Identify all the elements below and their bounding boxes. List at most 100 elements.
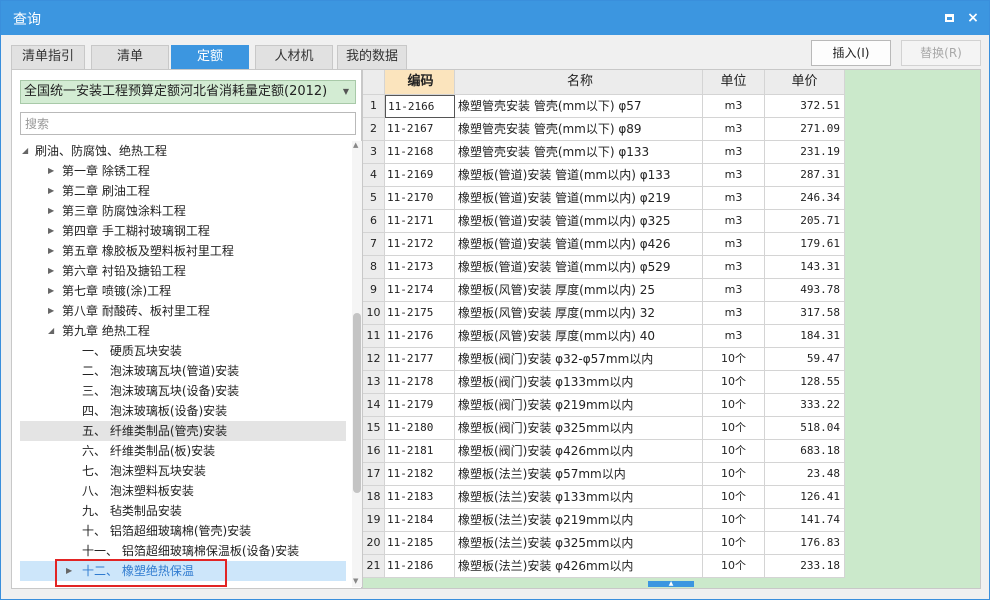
tree-item-root[interactable]: ◢ 刷油、防腐蚀、绝热工程 xyxy=(20,141,346,161)
cell-unit[interactable]: m3 xyxy=(703,210,765,233)
tree-item-section[interactable]: 六、 纤维类制品(板)安装 xyxy=(20,441,346,461)
row-index[interactable]: 1 xyxy=(363,95,385,118)
cell-name[interactable]: 橡塑板(风管)安装 厚度(mm以内) 32 xyxy=(455,302,703,325)
cell-price[interactable]: 141.74 xyxy=(765,509,845,532)
cell-price[interactable]: 683.18 xyxy=(765,440,845,463)
cell-unit[interactable]: 10个 xyxy=(703,486,765,509)
tab-my-data[interactable]: 我的数据 xyxy=(337,45,407,69)
scroll-down-icon[interactable]: ▼ xyxy=(353,577,358,585)
cell-name[interactable]: 橡塑板(管道)安装 管道(mm以内) φ529 xyxy=(455,256,703,279)
cell-price[interactable]: 317.58 xyxy=(765,302,845,325)
tree-item-section[interactable]: 九、 毡类制品安装 xyxy=(20,501,346,521)
cell-price[interactable]: 231.19 xyxy=(765,141,845,164)
tree-item-chapter[interactable]: ▶ 第一章 除锈工程 xyxy=(20,161,346,181)
cell-name[interactable]: 橡塑板(阀门)安装 φ325mm以内 xyxy=(455,417,703,440)
cell-name[interactable]: 橡塑板(阀门)安装 φ426mm以内 xyxy=(455,440,703,463)
tree-item-section[interactable]: 八、 泡沫塑料板安装 xyxy=(20,481,346,501)
cell-price[interactable]: 271.09 xyxy=(765,118,845,141)
cell-name[interactable]: 橡塑板(法兰)安装 φ426mm以内 xyxy=(455,555,703,578)
maximize-icon[interactable] xyxy=(939,8,959,28)
row-index[interactable]: 19 xyxy=(363,509,385,532)
header-name[interactable]: 名称 xyxy=(455,70,703,95)
cell-code[interactable]: 11-2181 xyxy=(385,440,455,463)
cell-code[interactable]: 11-2166 xyxy=(385,95,455,118)
tree-item-section[interactable]: 十、 铝箔超细玻璃棉(管壳)安装 xyxy=(20,521,346,541)
cell-unit[interactable]: 10个 xyxy=(703,371,765,394)
cell-code[interactable]: 11-2167 xyxy=(385,118,455,141)
cell-code[interactable]: 11-2175 xyxy=(385,302,455,325)
chevron-up-icon[interactable]: ▲ xyxy=(648,581,694,587)
expand-icon[interactable]: ▶ xyxy=(48,181,54,201)
cell-price[interactable]: 493.78 xyxy=(765,279,845,302)
cell-unit[interactable]: 10个 xyxy=(703,509,765,532)
row-index[interactable]: 11 xyxy=(363,325,385,348)
cell-price[interactable]: 176.83 xyxy=(765,532,845,555)
tab-materials[interactable]: 人材机 xyxy=(255,45,333,69)
row-index[interactable]: 7 xyxy=(363,233,385,256)
expand-icon[interactable]: ▶ xyxy=(48,241,54,261)
tree-item-section[interactable]: 三、 泡沫玻璃瓦块(设备)安装 xyxy=(20,381,346,401)
cell-name[interactable]: 橡塑管壳安装 管壳(mm以下) φ57 xyxy=(455,95,703,118)
cell-price[interactable]: 333.22 xyxy=(765,394,845,417)
row-index[interactable]: 6 xyxy=(363,210,385,233)
cell-code[interactable]: 11-2185 xyxy=(385,532,455,555)
row-index[interactable]: 14 xyxy=(363,394,385,417)
collapse-icon[interactable]: ◢ xyxy=(48,321,54,341)
tree-item-chapter[interactable]: ▶ 第七章 喷镀(涂)工程 xyxy=(20,281,346,301)
cell-code[interactable]: 11-2174 xyxy=(385,279,455,302)
cell-code[interactable]: 11-2180 xyxy=(385,417,455,440)
tree-item-section[interactable]: 一、 硬质瓦块安装 xyxy=(20,341,346,361)
cell-code[interactable]: 11-2182 xyxy=(385,463,455,486)
cell-code[interactable]: 11-2170 xyxy=(385,187,455,210)
replace-button[interactable]: 替换(R) xyxy=(901,40,981,66)
expand-icon[interactable]: ▶ xyxy=(48,301,54,321)
row-index[interactable]: 8 xyxy=(363,256,385,279)
expand-icon[interactable]: ▶ xyxy=(48,281,54,301)
row-index[interactable]: 15 xyxy=(363,417,385,440)
row-index[interactable]: 3 xyxy=(363,141,385,164)
row-index[interactable]: 21 xyxy=(363,555,385,578)
cell-code[interactable]: 11-2168 xyxy=(385,141,455,164)
cell-name[interactable]: 橡塑板(管道)安装 管道(mm以内) φ325 xyxy=(455,210,703,233)
header-unit[interactable]: 单位 xyxy=(703,70,765,95)
cell-unit[interactable]: m3 xyxy=(703,233,765,256)
row-index[interactable]: 13 xyxy=(363,371,385,394)
cell-code[interactable]: 11-2184 xyxy=(385,509,455,532)
tab-list[interactable]: 清单 xyxy=(91,45,169,69)
row-index[interactable]: 18 xyxy=(363,486,385,509)
cell-code[interactable]: 11-2178 xyxy=(385,371,455,394)
cell-price[interactable]: 128.55 xyxy=(765,371,845,394)
tree-item-section[interactable]: 十一、 铝箔超细玻璃棉保温板(设备)安装 xyxy=(20,541,346,561)
tab-list-guide[interactable]: 清单指引 xyxy=(11,45,85,69)
header-code[interactable]: 编码 xyxy=(385,70,455,95)
cell-price[interactable]: 23.48 xyxy=(765,463,845,486)
chevron-down-icon[interactable]: ▼ xyxy=(343,81,349,103)
insert-button[interactable]: 插入(I) xyxy=(811,40,891,66)
cell-unit[interactable]: m3 xyxy=(703,118,765,141)
tree-scrollbar[interactable]: ▲ ▼ xyxy=(352,141,362,587)
row-index[interactable]: 4 xyxy=(363,164,385,187)
expand-icon[interactable]: ▶ xyxy=(48,161,54,181)
tree-item-chapter[interactable]: ▶ 第八章 耐酸砖、板衬里工程 xyxy=(20,301,346,321)
cell-unit[interactable]: 10个 xyxy=(703,440,765,463)
tree-item-chapter[interactable]: ◢ 第九章 绝热工程 xyxy=(20,321,346,341)
header-price[interactable]: 单价 xyxy=(765,70,845,95)
cell-price[interactable]: 59.47 xyxy=(765,348,845,371)
row-index[interactable]: 12 xyxy=(363,348,385,371)
row-index[interactable]: 9 xyxy=(363,279,385,302)
cell-code[interactable]: 11-2171 xyxy=(385,210,455,233)
cell-code[interactable]: 11-2176 xyxy=(385,325,455,348)
cell-code[interactable]: 11-2179 xyxy=(385,394,455,417)
cell-price[interactable]: 372.51 xyxy=(765,95,845,118)
cell-name[interactable]: 橡塑板(阀门)安装 φ219mm以内 xyxy=(455,394,703,417)
scroll-up-icon[interactable]: ▲ xyxy=(353,141,358,149)
quota-library-select[interactable]: 全国统一安装工程预算定额河北省消耗量定额(2012) ▼ xyxy=(20,80,356,104)
cell-unit[interactable]: m3 xyxy=(703,279,765,302)
scrollbar-thumb[interactable] xyxy=(353,313,361,493)
cell-unit[interactable]: 10个 xyxy=(703,348,765,371)
cell-price[interactable]: 126.41 xyxy=(765,486,845,509)
cell-unit[interactable]: m3 xyxy=(703,187,765,210)
cell-name[interactable]: 橡塑板(阀门)安装 φ32-φ57mm以内 xyxy=(455,348,703,371)
cell-unit[interactable]: m3 xyxy=(703,302,765,325)
cell-code[interactable]: 11-2177 xyxy=(385,348,455,371)
